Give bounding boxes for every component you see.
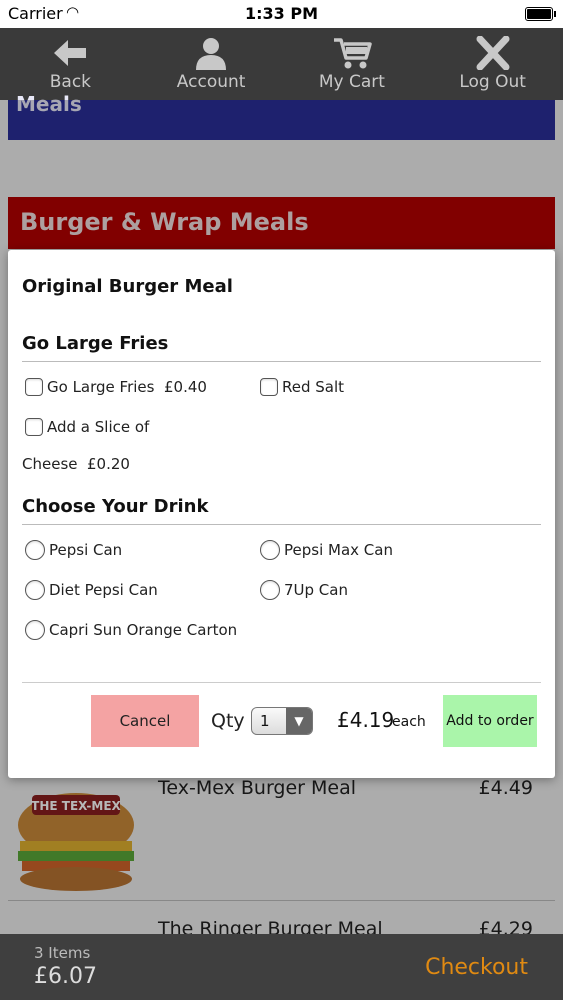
user-icon [196,38,227,70]
qty-value: 1 [260,712,270,730]
battery-icon [525,7,556,21]
checkbox[interactable] [260,378,278,396]
option-diet-pepsi-can[interactable]: Diet Pepsi Can [25,580,158,600]
option-label: Go Large Fries £0.40 [47,378,207,396]
divider [22,361,541,362]
radio-button[interactable] [25,540,45,560]
item-price: £4.19 [337,708,395,732]
account-label: Account [176,72,246,92]
option-pepsi-can[interactable]: Pepsi Can [25,540,122,560]
checkout-button[interactable]: Checkout [425,955,528,980]
group-title-drink: Choose Your Drink [22,496,209,517]
cart-summary-bar: 3 Items £6.07 Checkout [0,934,563,1000]
option-label: Red Salt [282,378,345,396]
cart-label: My Cart [318,72,385,92]
back-arrow-icon [54,40,87,66]
back-label: Back [49,72,92,92]
group-title-fries: Go Large Fries [22,333,169,354]
option-red-salt[interactable]: Red Salt [260,378,344,396]
qty-select[interactable]: 1 ▼ [251,707,313,735]
price-suffix: each [392,714,426,730]
clock: 1:33 PM [244,4,318,23]
cart-icon [333,38,372,69]
cancel-button[interactable]: Cancel [91,695,199,747]
divider [22,524,541,525]
divider [22,682,541,683]
option-label: Add a Slice of [47,418,150,436]
chevron-down-icon: ▼ [286,708,312,734]
logout-label: Log Out [459,72,526,92]
options-dialog: Original Burger Meal Go Large Fries Go L… [8,250,555,778]
option-go-large-fries[interactable]: Go Large Fries £0.40 [25,378,207,396]
cart-total: £6.07 [34,964,97,989]
dialog-title: Original Burger Meal [22,276,233,297]
option-label: Pepsi Max Can [284,541,393,559]
option-label: Diet Pepsi Can [49,581,158,599]
option-label: Capri Sun Orange Carton [49,621,238,639]
radio-button[interactable] [260,540,280,560]
option-label-continued: Cheese £0.20 [22,455,130,473]
back-button[interactable]: Back [0,28,141,100]
option-capri-sun[interactable]: Capri Sun Orange Carton [25,620,237,640]
checkbox[interactable] [25,378,43,396]
qty-label: Qty [211,710,245,732]
radio-button[interactable] [25,620,45,640]
radio-button[interactable] [25,580,45,600]
option-pepsi-max-can[interactable]: Pepsi Max Can [260,540,393,560]
option-7up-can[interactable]: 7Up Can [260,580,348,600]
account-button[interactable]: Account [141,28,282,100]
add-to-order-button[interactable]: Add to order [443,695,537,747]
option-cheese-slice[interactable]: Add a Slice of [25,418,149,436]
radio-button[interactable] [260,580,280,600]
logout-button[interactable]: Log Out [422,28,563,100]
cart-item-count: 3 Items [34,944,91,962]
checkbox[interactable] [25,418,43,436]
status-bar: Carrier ◠ 1:33 PM [0,0,563,28]
option-label: 7Up Can [284,581,348,599]
close-icon [476,36,510,70]
cart-button[interactable]: My Cart [282,28,423,100]
top-nav: Back Account My Cart Log Out [0,28,563,100]
option-label: Pepsi Can [49,541,123,559]
